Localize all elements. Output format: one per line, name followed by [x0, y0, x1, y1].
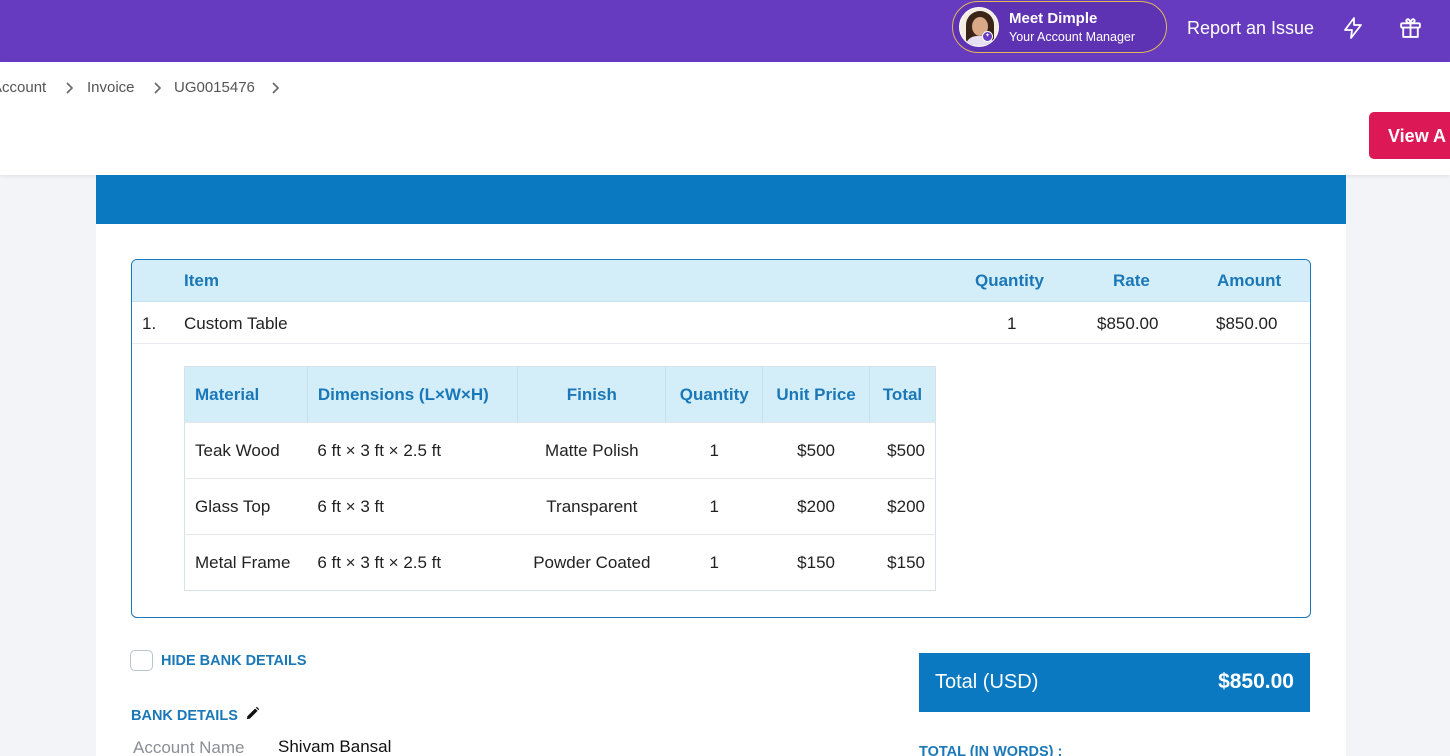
column-header-total: Total [869, 366, 936, 423]
total-value: $850.00 [1218, 670, 1294, 693]
invoice-header-band [96, 175, 1346, 224]
materials-table: Material Dimensions (L×W×H) Finish Quant… [184, 366, 936, 591]
total-summary: Total (USD) $850.00 [919, 653, 1310, 712]
edit-icon[interactable] [245, 706, 260, 721]
material-cell: Glass Top [184, 478, 308, 535]
chevron-right-icon [154, 82, 162, 94]
unit-price-cell: $150 [762, 534, 870, 591]
hide-bank-details-label[interactable]: HIDE BANK DETAILS [161, 653, 307, 669]
breadcrumb-invoice[interactable]: Invoice [87, 79, 135, 96]
avatar [959, 7, 999, 47]
material-cell: Metal Frame [184, 534, 308, 591]
column-header-material: Material [184, 366, 308, 423]
table-row: 1. Custom Table 1 $850.00 $850.00 [132, 302, 1310, 344]
total-cell: $150 [869, 534, 936, 591]
finish-cell: Transparent [517, 478, 666, 535]
item-quantity: 1 [1007, 314, 1017, 333]
breadcrumb-account[interactable]: Account [0, 79, 46, 96]
chevron-right-icon [66, 82, 74, 94]
column-header-item: Item [184, 271, 219, 290]
unit-price-cell: $500 [762, 422, 870, 479]
table-row: Teak Wood 6 ft × 3 ft × 2.5 ft Matte Pol… [184, 422, 936, 479]
account-manager-name: Meet Dimple [1009, 10, 1098, 27]
top-bar: ✦ Meet Dimple Your Account Manager Repor… [0, 0, 1450, 62]
table-row: Metal Frame 6 ft × 3 ft × 2.5 ft Powder … [184, 534, 936, 591]
total-label: Total (USD) [935, 671, 1039, 693]
account-name-value: Shivam Bansal [278, 737, 392, 756]
account-name-label: Account Name [133, 738, 245, 756]
page-header: Account Invoice UG0015476 View A [0, 62, 1450, 175]
item-name: Custom Table [184, 314, 288, 333]
dimensions-cell: 6 ft × 3 ft × 2.5 ft [307, 534, 518, 591]
total-cell: $200 [869, 478, 936, 535]
table-row: Glass Top 6 ft × 3 ft Transparent 1 $200… [184, 478, 936, 535]
total-in-words-label: TOTAL (IN WORDS) : [919, 744, 1063, 756]
quantity-cell: 1 [665, 534, 763, 591]
gift-icon[interactable] [1398, 15, 1423, 40]
quantity-cell: 1 [665, 422, 763, 479]
report-issue-link[interactable]: Report an Issue [1187, 18, 1314, 39]
dimensions-cell: 6 ft × 3 ft [307, 478, 518, 535]
items-table: Item Quantity Rate Amount 1. Custom Tabl… [131, 259, 1311, 618]
unit-price-cell: $200 [762, 478, 870, 535]
hide-bank-details-checkbox[interactable] [130, 650, 153, 671]
total-cell: $500 [869, 422, 936, 479]
account-manager-pill[interactable]: ✦ Meet Dimple Your Account Manager [952, 1, 1167, 53]
material-cell: Teak Wood [184, 422, 308, 479]
finish-cell: Powder Coated [517, 534, 666, 591]
item-amount: $850.00 [1216, 314, 1278, 333]
chevron-right-icon [272, 82, 280, 94]
column-header-amount: Amount [1217, 271, 1282, 290]
bolt-icon[interactable] [1341, 16, 1365, 40]
column-header-dimensions: Dimensions (L×W×H) [307, 366, 519, 423]
column-header-finish: Finish [517, 366, 667, 423]
column-header-rate: Rate [1113, 271, 1150, 290]
materials-table-header: Material Dimensions (L×W×H) Finish Quant… [184, 366, 936, 423]
column-header-unit-price: Unit Price [762, 366, 870, 423]
avatar-badge-icon: ✦ [982, 31, 993, 42]
items-table-header: Item Quantity Rate Amount [132, 260, 1310, 302]
item-rate: $850.00 [1097, 314, 1159, 333]
dimensions-cell: 6 ft × 3 ft × 2.5 ft [307, 422, 518, 479]
column-header-quantity: Quantity [975, 271, 1044, 290]
view-button[interactable]: View A [1369, 112, 1450, 159]
finish-cell: Matte Polish [517, 422, 666, 479]
breadcrumb-invoice-id: UG0015476 [174, 79, 255, 96]
quantity-cell: 1 [665, 478, 763, 535]
account-manager-role: Your Account Manager [1009, 30, 1136, 44]
column-header-quantity: Quantity [665, 366, 764, 423]
bank-details-title: BANK DETAILS [131, 708, 238, 724]
row-index: 1. [142, 314, 157, 333]
